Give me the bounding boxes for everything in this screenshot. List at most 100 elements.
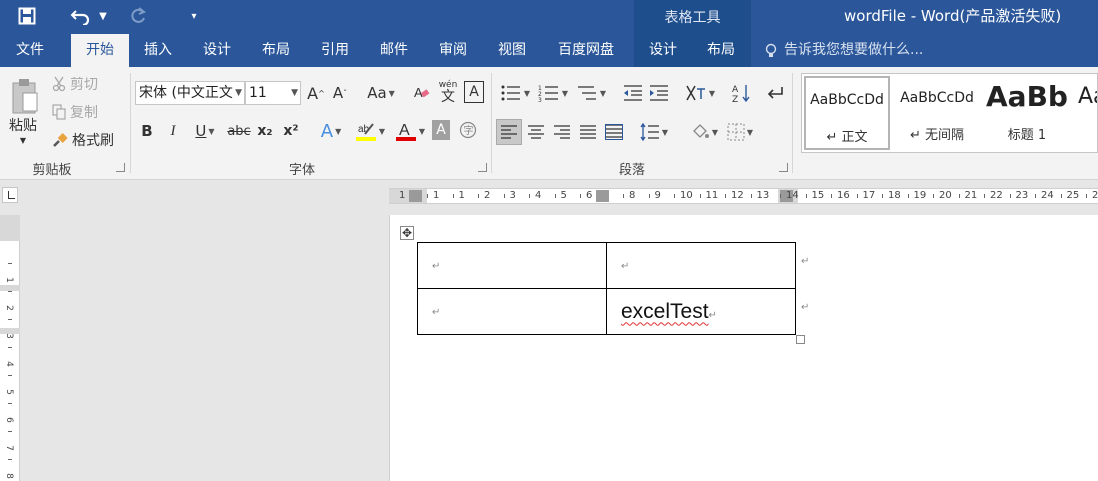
chevron-down-icon: ▼: [561, 88, 569, 98]
format-painter-button[interactable]: 格式刷: [52, 131, 114, 149]
group-separator: [130, 73, 131, 173]
vertical-ruler-tick: [8, 459, 12, 460]
redo-icon[interactable]: [126, 4, 150, 28]
increase-indent-button[interactable]: [648, 81, 670, 105]
svg-text:字: 字: [464, 124, 474, 137]
grow-font-button[interactable]: A ^: [306, 81, 326, 105]
font-size-combo[interactable]: 11 ▼: [245, 81, 301, 105]
chinese-layout-button[interactable]: ▼: [682, 81, 718, 105]
ruler-label: 24: [1041, 190, 1054, 201]
tab-mailings[interactable]: 邮件: [367, 34, 421, 67]
tab-file[interactable]: 文件: [0, 34, 60, 67]
change-case-button[interactable]: Aa ▼: [364, 81, 398, 105]
char-border-label: A: [469, 84, 479, 100]
superscript-button[interactable]: x²: [282, 119, 300, 143]
cut-button[interactable]: 剪切: [52, 75, 98, 93]
paste-label[interactable]: 粘贴: [4, 117, 42, 134]
numbering-button[interactable]: 123 ▼: [536, 81, 570, 105]
tab-home[interactable]: 开始: [71, 34, 129, 67]
strikethrough-button[interactable]: abc: [226, 119, 252, 143]
style-no-spacing[interactable]: AaBbCcDd ↵ 无间隔: [894, 76, 980, 150]
ruler-tick: [1009, 194, 1011, 198]
tab-table-layout[interactable]: 布局: [692, 34, 750, 67]
table-cell[interactable]: excelTest↵: [606, 288, 796, 335]
tab-references[interactable]: 引用: [308, 34, 362, 67]
save-icon[interactable]: [14, 4, 40, 28]
tab-table-design[interactable]: 设计: [634, 34, 692, 67]
paste-dropdown-icon[interactable]: ▼: [18, 135, 28, 145]
tab-layout[interactable]: 布局: [249, 34, 303, 67]
character-border-button[interactable]: A: [464, 81, 484, 103]
multilevel-list-icon: [577, 86, 596, 100]
multilevel-list-button[interactable]: ▼: [574, 81, 608, 105]
borders-button[interactable]: ▼: [722, 119, 758, 145]
table-move-handle-icon[interactable]: ✥: [400, 226, 414, 240]
font-color-button[interactable]: A ▼: [392, 119, 428, 143]
distributed-button[interactable]: [602, 119, 626, 145]
svg-text:A: A: [732, 85, 739, 95]
paste-button[interactable]: [4, 73, 46, 119]
table-resize-handle[interactable]: [796, 335, 805, 344]
tab-baidu-netdisk[interactable]: 百度网盘: [544, 34, 628, 67]
show-hide-marks-button[interactable]: [764, 81, 786, 105]
bold-button[interactable]: B: [138, 119, 156, 143]
vertical-ruler-tick: [8, 375, 12, 376]
ruler-tick: [529, 194, 530, 198]
style-name: ↵ 正文: [826, 130, 868, 145]
customize-icon[interactable]: ▾: [188, 4, 200, 28]
table-cell[interactable]: ↵: [606, 242, 796, 289]
chevron-down-icon[interactable]: ▼: [235, 82, 242, 104]
underline-button[interactable]: U ▼: [190, 119, 220, 143]
table-cell[interactable]: ↵: [417, 242, 607, 289]
ruler-tick: [674, 194, 675, 198]
copy-button[interactable]: 复制: [52, 103, 98, 121]
decrease-indent-button[interactable]: [622, 81, 644, 105]
subscript-button[interactable]: x₂: [256, 119, 274, 143]
justify-button[interactable]: [576, 119, 600, 145]
character-shading-button[interactable]: A: [432, 120, 450, 140]
paragraph-launcher-icon[interactable]: [779, 163, 788, 172]
tab-stop-selector[interactable]: [2, 187, 18, 203]
style-normal[interactable]: AaBbCcDd ↵ 正文: [804, 76, 890, 150]
italic-button[interactable]: I: [164, 119, 182, 143]
highlight-color-button[interactable]: ab ▼: [352, 119, 388, 143]
align-center-icon: [528, 125, 544, 139]
tab-design[interactable]: 设计: [190, 34, 244, 67]
align-center-button[interactable]: [524, 119, 548, 145]
document-table[interactable]: ↵ ↵ ↵ excelTest↵: [417, 242, 796, 335]
shading-button[interactable]: ▼: [686, 119, 722, 145]
tab-insert[interactable]: 插入: [131, 34, 185, 67]
ruler-label: 26: [1092, 190, 1098, 201]
tab-view[interactable]: 视图: [485, 34, 539, 67]
font-name-combo[interactable]: 宋体 (中文正文 ▼: [135, 81, 245, 105]
align-left-button[interactable]: [496, 119, 522, 145]
style-heading-2[interactable]: Aa: [1074, 76, 1097, 150]
phonetic-guide-button[interactable]: wén 文: [438, 79, 458, 105]
clipboard-launcher-icon[interactable]: [116, 163, 125, 172]
vertical-ruler[interactable]: 1 2 3 4 5 6 7 8: [0, 215, 20, 481]
undo-icon[interactable]: [66, 4, 96, 28]
bullets-button[interactable]: ▼: [498, 81, 532, 105]
enclose-characters-button[interactable]: 字: [458, 119, 478, 141]
document-page[interactable]: ✥ ↵ ↵ ↵ excelTest↵ ↵ ↵: [389, 215, 1098, 481]
paragraph-mark: ↵: [432, 307, 441, 318]
ruler-tick: [623, 194, 624, 198]
undo-dropdown-icon[interactable]: ▼: [98, 4, 108, 28]
table-cell[interactable]: ↵: [417, 288, 607, 335]
chevron-down-icon[interactable]: ▼: [291, 82, 298, 104]
horizontal-ruler[interactable]: 1 1 1 2 3 4 5 6 8 9 10 11 12 13 14 15 16 17 18 19 20 21 22 23 2…: [389, 188, 1098, 204]
column-marker[interactable]: [409, 190, 422, 202]
text-effects-button[interactable]: A ▼: [316, 119, 346, 143]
style-heading-1[interactable]: AaBb 标题 1: [984, 76, 1070, 150]
tab-review[interactable]: 审阅: [426, 34, 480, 67]
vertical-ruler-tick: [8, 403, 12, 404]
row-end-mark: ↵: [801, 302, 810, 313]
column-marker[interactable]: [596, 190, 609, 202]
tell-me-box[interactable]: 告诉我您想要做什么...: [764, 34, 923, 67]
sort-button[interactable]: AZ: [730, 81, 752, 105]
align-right-button[interactable]: [550, 119, 574, 145]
clear-formatting-button[interactable]: A: [412, 81, 432, 105]
font-launcher-icon[interactable]: [478, 163, 487, 172]
line-spacing-button[interactable]: ▼: [636, 119, 672, 145]
shrink-font-button[interactable]: Aˇ: [330, 81, 350, 105]
